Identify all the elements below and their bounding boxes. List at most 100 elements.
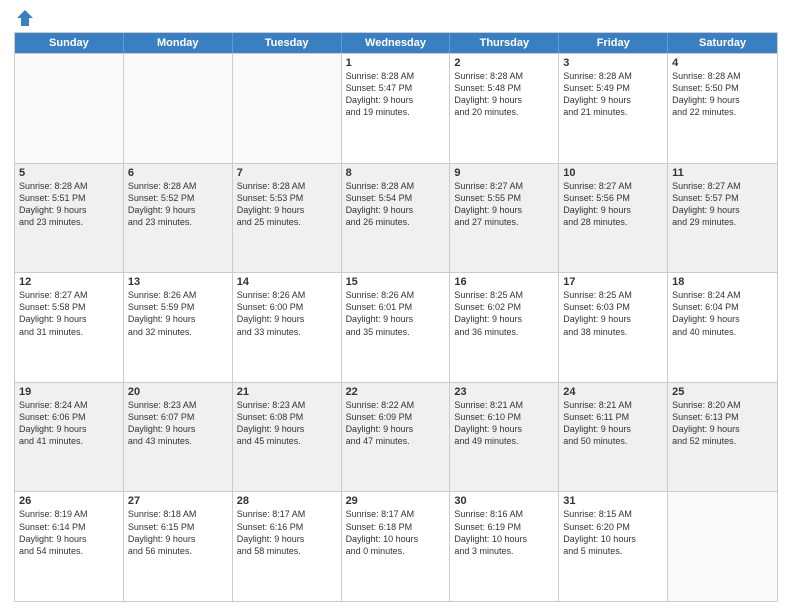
cell-info: Daylight: 9 hours — [346, 204, 446, 216]
cell-info: Sunset: 5:54 PM — [346, 192, 446, 204]
table-row: 2Sunrise: 8:28 AMSunset: 5:48 PMDaylight… — [450, 54, 559, 163]
day-number: 9 — [454, 167, 554, 179]
cell-info: Sunrise: 8:26 AM — [346, 289, 446, 301]
cell-info: Daylight: 9 hours — [19, 533, 119, 545]
cell-info: Sunrise: 8:15 AM — [563, 508, 663, 520]
cell-info: Sunrise: 8:28 AM — [346, 180, 446, 192]
week-row-1: 5Sunrise: 8:28 AMSunset: 5:51 PMDaylight… — [15, 163, 777, 273]
cell-info: Sunrise: 8:19 AM — [19, 508, 119, 520]
cell-info: and 41 minutes. — [19, 435, 119, 447]
cell-info: Daylight: 9 hours — [672, 313, 773, 325]
header-sunday: Sunday — [15, 33, 124, 53]
cell-info: Sunset: 6:00 PM — [237, 301, 337, 313]
cell-info: and 45 minutes. — [237, 435, 337, 447]
cell-info: Daylight: 10 hours — [454, 533, 554, 545]
cell-info: and 29 minutes. — [672, 216, 773, 228]
cell-info: and 36 minutes. — [454, 326, 554, 338]
cell-info: Sunrise: 8:28 AM — [346, 70, 446, 82]
day-number: 2 — [454, 57, 554, 69]
day-number: 6 — [128, 167, 228, 179]
cell-info: and 26 minutes. — [346, 216, 446, 228]
cell-info: Sunrise: 8:22 AM — [346, 399, 446, 411]
header-monday: Monday — [124, 33, 233, 53]
cell-info: Sunrise: 8:23 AM — [237, 399, 337, 411]
cell-info: Sunset: 5:50 PM — [672, 82, 773, 94]
cell-info: Sunset: 6:01 PM — [346, 301, 446, 313]
cell-info: and 19 minutes. — [346, 106, 446, 118]
cell-info: Sunset: 6:14 PM — [19, 521, 119, 533]
cell-info: Sunset: 5:53 PM — [237, 192, 337, 204]
cell-info: Sunrise: 8:27 AM — [563, 180, 663, 192]
cell-info: and 5 minutes. — [563, 545, 663, 557]
cell-info: Sunrise: 8:28 AM — [672, 70, 773, 82]
table-row: 27Sunrise: 8:18 AMSunset: 6:15 PMDayligh… — [124, 492, 233, 601]
cell-info: Sunrise: 8:25 AM — [454, 289, 554, 301]
cell-info: and 49 minutes. — [454, 435, 554, 447]
cell-info: and 56 minutes. — [128, 545, 228, 557]
cell-info: Sunset: 6:03 PM — [563, 301, 663, 313]
cell-info: and 54 minutes. — [19, 545, 119, 557]
table-row: 4Sunrise: 8:28 AMSunset: 5:50 PMDaylight… — [668, 54, 777, 163]
cell-info: Daylight: 9 hours — [563, 313, 663, 325]
cell-info: Sunset: 5:52 PM — [128, 192, 228, 204]
cell-info: Daylight: 9 hours — [237, 533, 337, 545]
cell-info: and 32 minutes. — [128, 326, 228, 338]
day-number: 3 — [563, 57, 663, 69]
day-number: 12 — [19, 276, 119, 288]
day-number: 15 — [346, 276, 446, 288]
table-row: 31Sunrise: 8:15 AMSunset: 6:20 PMDayligh… — [559, 492, 668, 601]
cell-info: Sunset: 5:58 PM — [19, 301, 119, 313]
cell-info: Sunrise: 8:21 AM — [563, 399, 663, 411]
table-row — [668, 492, 777, 601]
day-number: 10 — [563, 167, 663, 179]
day-number: 13 — [128, 276, 228, 288]
cell-info: Sunrise: 8:24 AM — [19, 399, 119, 411]
table-row — [124, 54, 233, 163]
cell-info: and 28 minutes. — [563, 216, 663, 228]
cell-info: and 38 minutes. — [563, 326, 663, 338]
table-row: 29Sunrise: 8:17 AMSunset: 6:18 PMDayligh… — [342, 492, 451, 601]
cell-info: Sunset: 5:51 PM — [19, 192, 119, 204]
header-tuesday: Tuesday — [233, 33, 342, 53]
table-row: 23Sunrise: 8:21 AMSunset: 6:10 PMDayligh… — [450, 383, 559, 492]
cell-info: and 27 minutes. — [454, 216, 554, 228]
table-row: 1Sunrise: 8:28 AMSunset: 5:47 PMDaylight… — [342, 54, 451, 163]
day-number: 1 — [346, 57, 446, 69]
cell-info: Daylight: 9 hours — [563, 94, 663, 106]
day-number: 7 — [237, 167, 337, 179]
table-row: 5Sunrise: 8:28 AMSunset: 5:51 PMDaylight… — [15, 164, 124, 273]
table-row: 30Sunrise: 8:16 AMSunset: 6:19 PMDayligh… — [450, 492, 559, 601]
cell-info: and 52 minutes. — [672, 435, 773, 447]
day-number: 19 — [19, 386, 119, 398]
day-number: 8 — [346, 167, 446, 179]
cell-info: Sunrise: 8:27 AM — [672, 180, 773, 192]
cell-info: Daylight: 9 hours — [237, 313, 337, 325]
cell-info: Sunrise: 8:20 AM — [672, 399, 773, 411]
cell-info: Sunset: 6:20 PM — [563, 521, 663, 533]
header-thursday: Thursday — [450, 33, 559, 53]
week-row-2: 12Sunrise: 8:27 AMSunset: 5:58 PM Dayligh… — [15, 272, 777, 382]
cell-info: Sunset: 6:16 PM — [237, 521, 337, 533]
header-friday: Friday — [559, 33, 668, 53]
cell-info: Sunset: 5:55 PM — [454, 192, 554, 204]
cell-info: Sunrise: 8:28 AM — [563, 70, 663, 82]
day-number: 21 — [237, 386, 337, 398]
week-row-3: 19Sunrise: 8:24 AMSunset: 6:06 PMDayligh… — [15, 382, 777, 492]
cell-info: Daylight: 9 hours — [346, 94, 446, 106]
table-row: 14Sunrise: 8:26 AMSunset: 6:00 PMDayligh… — [233, 273, 342, 382]
cell-info: Sunset: 6:10 PM — [454, 411, 554, 423]
cell-info: and 50 minutes. — [563, 435, 663, 447]
cell-info: Daylight: 9 hours — [563, 423, 663, 435]
day-number: 17 — [563, 276, 663, 288]
header-wednesday: Wednesday — [342, 33, 451, 53]
table-row: 28Sunrise: 8:17 AMSunset: 6:16 PMDayligh… — [233, 492, 342, 601]
table-row: 24Sunrise: 8:21 AMSunset: 6:11 PMDayligh… — [559, 383, 668, 492]
day-number: 26 — [19, 495, 119, 507]
cell-info: Sunrise: 8:27 AM — [19, 289, 119, 301]
cell-info: and 33 minutes. — [237, 326, 337, 338]
cell-info: Daylight: 9 hours — [454, 204, 554, 216]
cell-info: Daylight: 9 hours — [672, 204, 773, 216]
cell-info: Daylight: 9 hours — [128, 423, 228, 435]
table-row: 12Sunrise: 8:27 AMSunset: 5:58 PMDayligh… — [15, 273, 124, 382]
header — [14, 10, 778, 24]
